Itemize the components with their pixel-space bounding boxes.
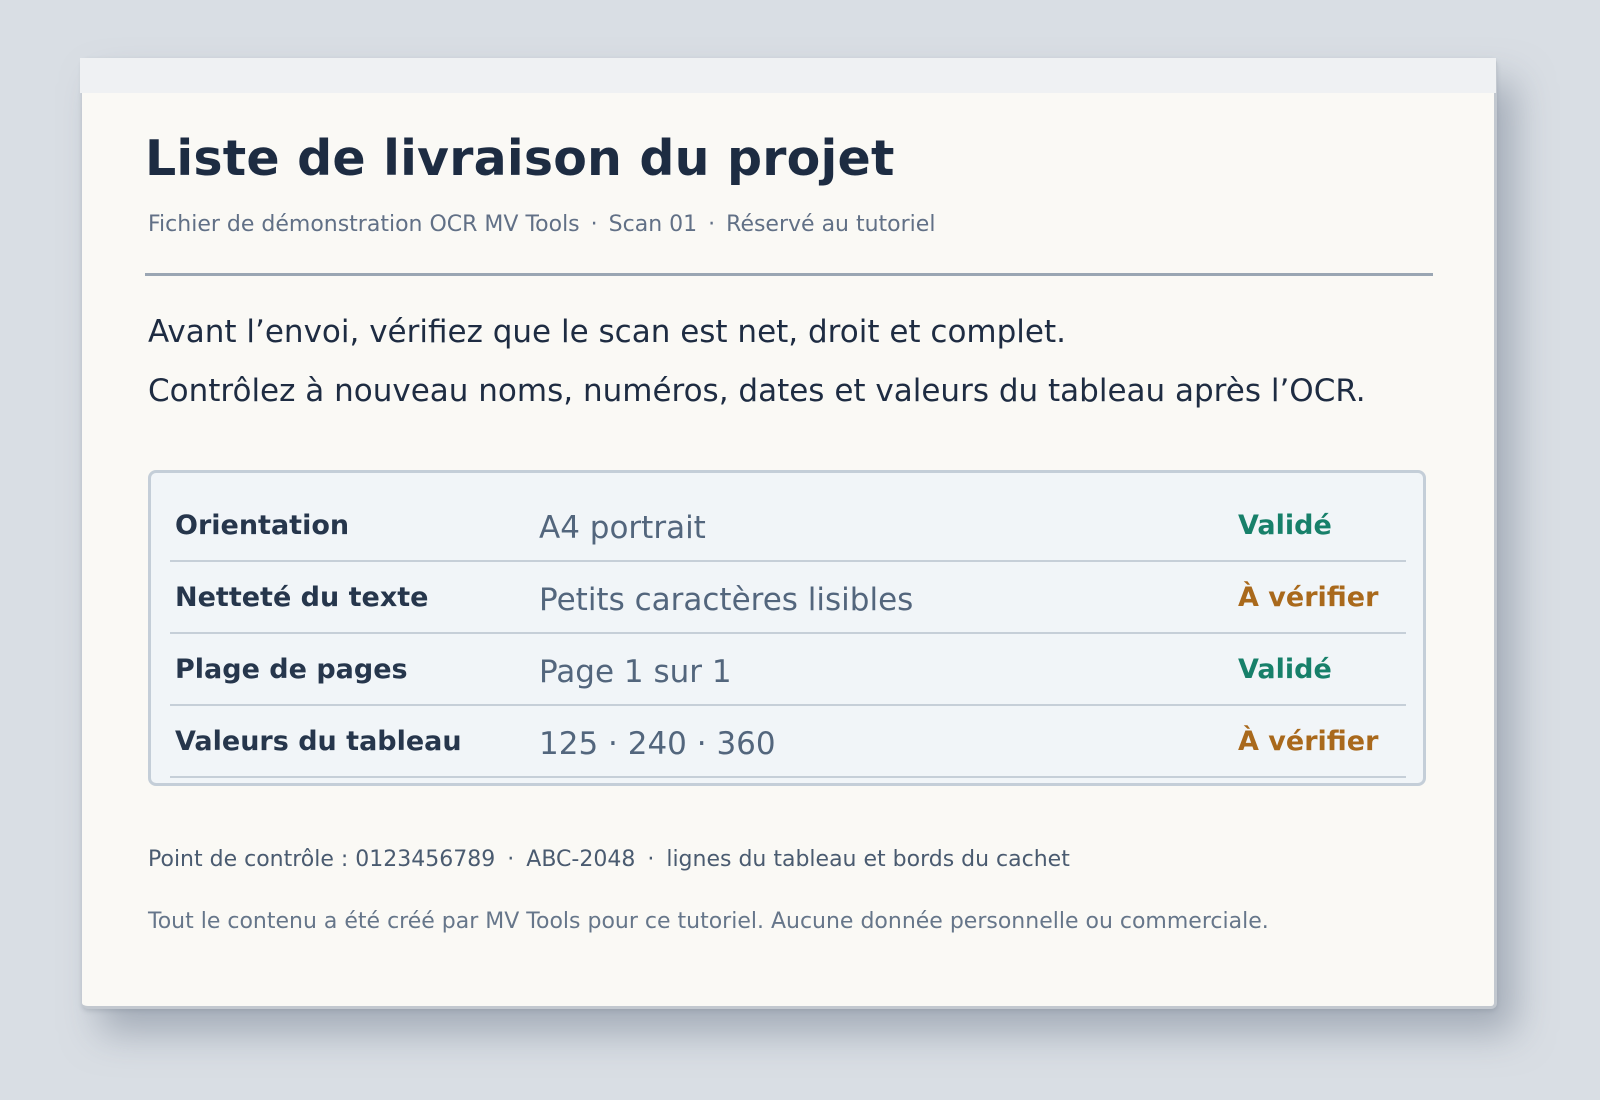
reference-code: ABC-2048 [526,847,636,872]
meta-separator: · [590,212,598,237]
footer-separator: · [647,847,655,872]
checkpoint-scope: lignes du tableau et bords du cachet [666,847,1070,872]
scan-header-strip [80,58,1496,93]
intro-line: Contrôlez à nouveau noms, numéros, dates… [148,373,1366,409]
row-label: Netteté du texte [175,582,429,613]
checklist-row: Plage de pages Page 1 sur 1 Validé [170,632,1406,706]
checklist-row: Orientation A4 portrait Validé [170,488,1406,562]
footer-separator: · [507,847,515,872]
status-badge: À vérifier [1238,582,1379,613]
checklist-table: Orientation A4 portrait Validé Netteté d… [148,470,1426,786]
scanned-document: Liste de livraison du projet Fichier de … [80,58,1497,1009]
meta-scan: Scan 01 [608,212,698,237]
disclaimer-text: Tout le contenu a été créé par MV Tools … [148,909,1269,934]
document-title: Liste de livraison du projet [145,130,895,187]
status-badge: À vérifier [1238,726,1379,757]
meta-source: Fichier de démonstration OCR MV Tools [148,212,580,237]
status-badge: Validé [1238,654,1332,685]
checklist-row: Netteté du texte Petits caractères lisib… [170,560,1406,634]
row-value: A4 portrait [539,510,706,546]
intro-line: Avant l’envoi, vérifiez que le scan est … [148,314,1066,350]
status-badge: Validé [1238,510,1332,541]
row-value: Page 1 sur 1 [539,654,732,690]
row-value: 125 · 240 · 360 [539,726,776,762]
meta-usage: Réservé au tutoriel [726,212,936,237]
checkpoint-number: Point de contrôle : 0123456789 [148,847,496,872]
meta-separator: · [708,212,716,237]
row-label: Plage de pages [175,654,408,685]
checklist-row: Valeurs du tableau 125 · 240 · 360 À vér… [170,704,1406,778]
row-label: Orientation [175,510,350,541]
checkpoint-line: Point de contrôle : 0123456789 · ABC-2048 ·… [148,847,1070,872]
row-value: Petits caractères lisibles [539,582,914,618]
row-label: Valeurs du tableau [175,726,462,757]
header-divider [145,273,1433,276]
document-meta: Fichier de démonstration OCR MV Tools · Sc… [148,212,935,237]
